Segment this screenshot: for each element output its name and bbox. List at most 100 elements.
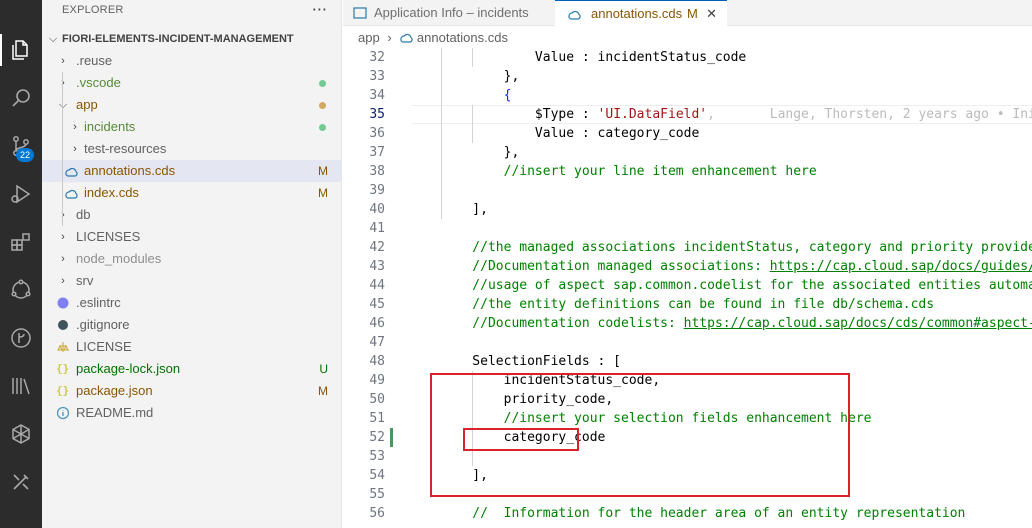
code-comment: //Documentation codelists: [441,316,684,331]
tree-file-package-lock-json[interactable]: {} package-lock.json U [42,358,342,380]
line-number: 45 [369,297,385,312]
tree-folder-test-resources[interactable]: › test-resources [42,138,342,160]
explorer-title: EXPLORER [62,4,124,16]
tree-item-label: annotations.cds [84,163,176,178]
more-actions-icon[interactable]: ··· [312,0,327,19]
tree-item-label: .gitignore [76,317,130,332]
close-icon[interactable]: ✕ [706,1,717,27]
tree-folder-incidents[interactable]: › incidents [42,116,342,138]
git-blame-annotation: , Lange, Thorsten, 2 years ago • Initial… [707,107,1032,122]
explorer-sidebar: EXPLORER ··· ⌵ FIORI-ELEMENTS-INCIDENT-M… [42,0,342,528]
tree-folder-app[interactable]: ⌵ app [42,94,342,116]
tree-folder-db[interactable]: › db [42,204,342,226]
code-link[interactable]: https://cap.cloud.sap/docs/cds/common#as… [684,316,1032,331]
line-number: 33 [369,69,385,84]
tree-file-gitignore[interactable]: .gitignore [42,314,342,336]
git-status-dot [319,102,326,109]
code-text: }, [441,69,520,84]
code-line: 41 [343,219,1032,238]
tree-file-license[interactable]: LICENSE [42,336,342,358]
tree-item-label: .vscode [76,75,121,90]
code-line: 35 $Type : 'UI.DataField', Lange, Thorst… [343,105,1032,124]
tree-file-readme-md[interactable]: README.md [42,402,342,424]
sap-fiori-icon[interactable] [0,414,42,454]
tree-file-package-json[interactable]: {} package.json M [42,380,342,402]
source-control-icon[interactable]: 22 [0,126,42,166]
line-number: 44 [369,278,385,293]
line-number: 55 [369,487,385,502]
code-link[interactable]: https://cap.cloud.sap/docs/guides/domai [770,259,1032,274]
extensions-icon[interactable] [0,222,42,262]
run-debug-icon[interactable] [0,174,42,214]
tab-application-info[interactable]: Application Info – incidents [343,0,553,26]
code-line: 45 //the entity definitions can be found… [343,295,1032,314]
category-code-highlight-box [463,428,579,451]
tree-file-index-cds[interactable]: index.cds M [42,182,342,204]
eslint-file-icon [57,297,69,309]
code-line: 40 ], [343,200,1032,219]
remote-explorer-icon[interactable] [0,270,42,310]
file-tree: ⌵ FIORI-ELEMENTS-INCIDENT-MANAGEMENT › .… [42,28,342,424]
tree-item-label: package.json [76,383,153,398]
chevron-right-icon: › [61,231,65,243]
git-graph-icon[interactable] [0,318,42,358]
code-line: 38 //insert your line item enhancement h… [343,162,1032,181]
code-text: SelectionFields : [ [441,354,622,369]
code-line: 42 //the managed associations incidentSt… [343,238,1032,257]
line-number: 47 [369,335,385,350]
tree-indent-guide [62,72,63,226]
line-number: 51 [369,411,385,426]
tree-folder-licenses[interactable]: › LICENSES [42,226,342,248]
git-status-dot [319,80,326,87]
code-comment: //usage of aspect sap.common.codelist fo… [441,278,1032,293]
workspace-root[interactable]: ⌵ FIORI-ELEMENTS-INCIDENT-MANAGEMENT [42,28,342,50]
breadcrumb-separator: › [387,30,392,45]
code-comment: //Documentation managed associations: [441,259,770,274]
code-text: { [441,88,512,103]
tree-folder-srv[interactable]: › srv [42,270,342,292]
activity-bar: 22 [0,0,42,528]
workspace-root-label: FIORI-ELEMENTS-INCIDENT-MANAGEMENT [62,33,294,45]
tree-file-eslintrc[interactable]: .eslintrc [42,292,342,314]
cds-file-icon [65,167,78,177]
cds-file-icon [568,10,581,20]
code-comment: //the entity definitions can be found in… [441,297,935,312]
search-icon[interactable] [0,78,42,118]
tree-folder-vscode[interactable]: › .vscode [42,72,342,94]
git-status-modified: M [318,164,328,178]
line-number: 42 [369,240,385,255]
tools-icon[interactable] [0,462,42,502]
breadcrumb-folder[interactable]: app [358,30,380,45]
breadcrumb-file[interactable]: annotations.cds [417,30,508,45]
code-line: 44 //usage of aspect sap.common.codelist… [343,276,1032,295]
chevron-down-icon: ⌵ [48,33,58,45]
tree-item-label: node_modules [76,251,162,266]
line-number: 39 [369,183,385,198]
code-text: Value : category_code [441,126,700,141]
tree-item-label: db [76,207,91,222]
tab-label: annotations.cds [591,6,683,21]
tree-folder-node-modules[interactable]: › node_modules [42,248,342,270]
code-line: 47 [343,333,1032,352]
tree-folder-reuse[interactable]: › .reuse [42,50,342,72]
tree-file-annotations-cds[interactable]: annotations.cds M [42,160,342,182]
cds-file-icon [65,189,78,199]
library-icon[interactable] [0,366,42,406]
line-number: 41 [369,221,385,236]
code-comment: //the managed associations incidentStatu… [441,240,1032,255]
code-line: 36 Value : category_code [343,124,1032,143]
tab-annotations-cds[interactable]: annotations.cds M ✕ [555,0,727,26]
chevron-right-icon: › [56,204,70,226]
code-text: Value : incidentStatus_code [441,50,747,65]
code-comment: // Information for the header area of an… [441,506,966,521]
tree-item-label: LICENSES [76,229,141,244]
line-number: 37 [369,145,385,160]
line-number: 40 [369,202,385,217]
breadcrumb: app › annotations.cds [358,30,508,45]
git-status-dot [319,124,326,131]
tree-item-label: index.cds [84,185,139,200]
line-number: 56 [369,506,385,521]
explorer-icon[interactable] [0,30,42,70]
code-text: ], [441,202,488,217]
chevron-down-icon: ⌵ [58,99,68,111]
